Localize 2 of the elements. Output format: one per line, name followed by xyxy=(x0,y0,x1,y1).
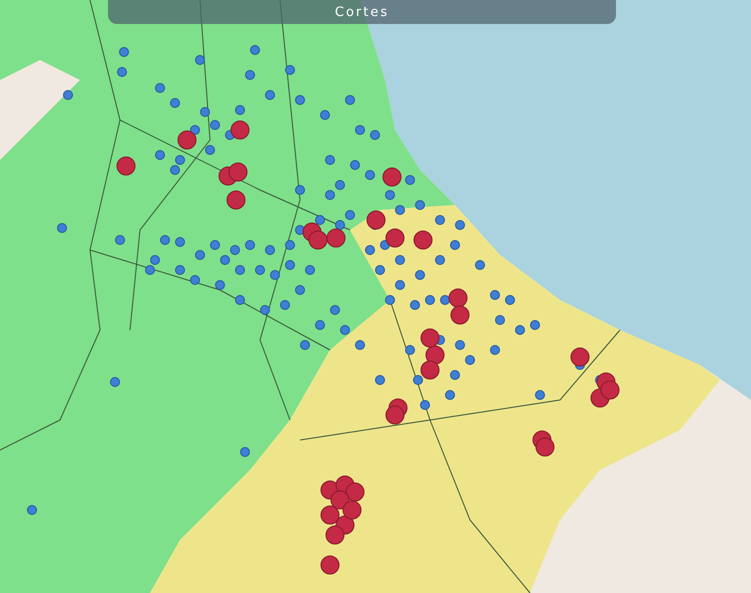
map-drawing[interactable] xyxy=(0,0,751,593)
map-title: Cortes xyxy=(108,0,616,24)
